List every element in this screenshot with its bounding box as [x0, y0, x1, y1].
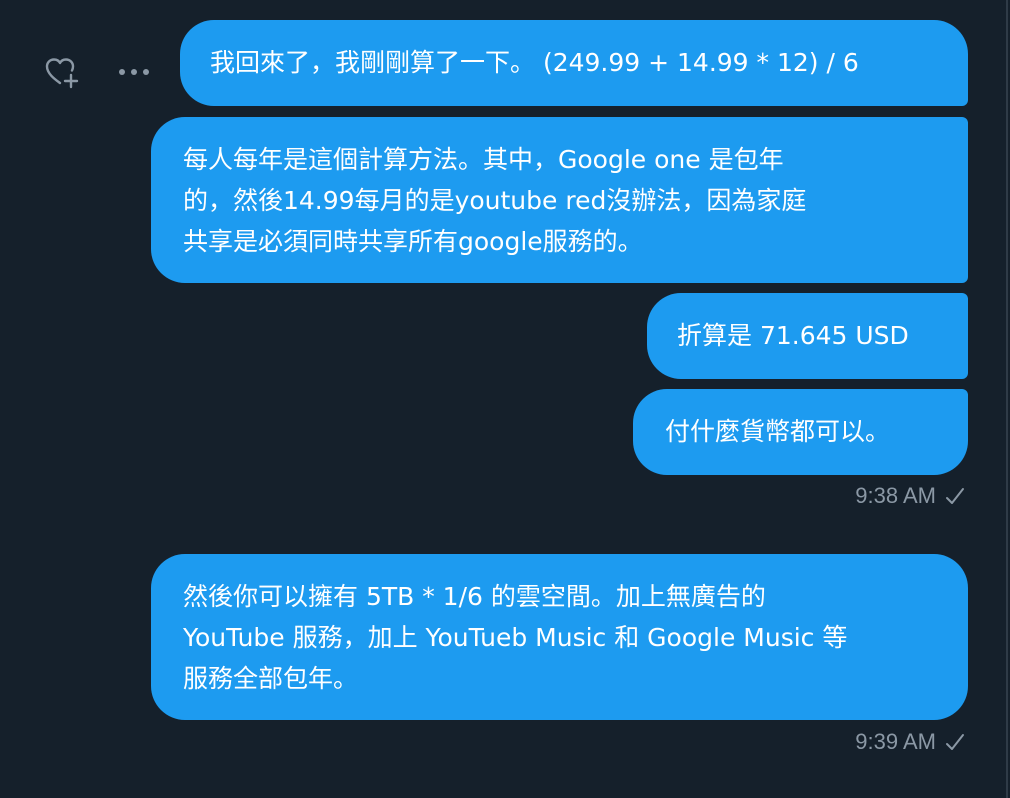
timestamp-text: 9:38 AM: [855, 483, 936, 508]
message-bubble[interactable]: 折算是 71.645 USD: [647, 293, 968, 379]
heart-plus-icon[interactable]: [42, 53, 82, 93]
message-bubble[interactable]: 每人每年是這個計算方法。其中，Google one 是包年 的，然後14.99每…: [151, 117, 968, 283]
message-bubble[interactable]: 我回來了，我剛剛算了一下。 (249.99 + 14.99 * 12) / 6: [180, 20, 968, 106]
message-timestamp: 9:39 AM: [855, 729, 966, 755]
message-bubble[interactable]: 然後你可以擁有 5TB * 1/6 的雲空間。加上無廣告的 YouTube 服務…: [151, 554, 968, 720]
checkmark-icon: [944, 485, 966, 507]
message-timestamp: 9:38 AM: [855, 483, 966, 509]
message-bubble[interactable]: 付什麼貨幣都可以。: [633, 389, 968, 475]
dm-conversation: 我回來了，我剛剛算了一下。 (249.99 + 14.99 * 12) / 6 …: [0, 0, 1010, 798]
checkmark-icon: [944, 731, 966, 753]
scrollbar-track[interactable]: [1006, 0, 1008, 798]
timestamp-text: 9:39 AM: [855, 729, 936, 754]
more-horizontal-icon[interactable]: [114, 56, 154, 88]
